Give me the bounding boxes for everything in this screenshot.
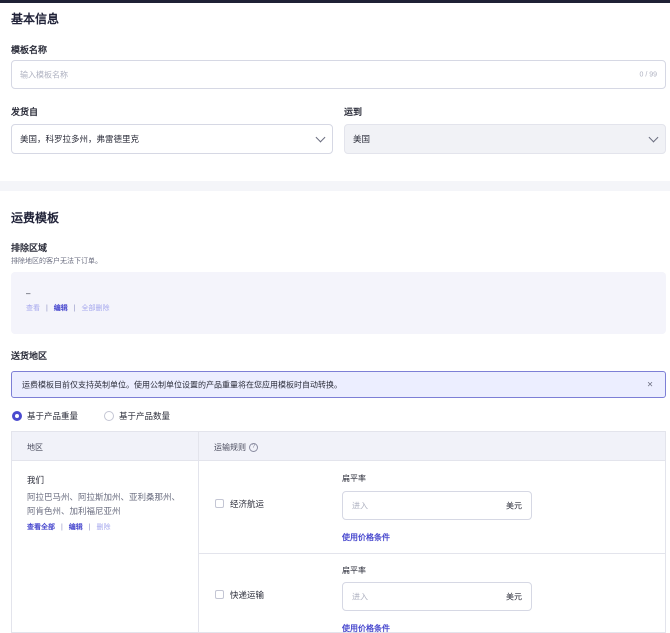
radio-by-quantity-label[interactable]: 基于产品数量 bbox=[119, 410, 170, 422]
radio-by-quantity[interactable] bbox=[104, 411, 114, 421]
template-name-input[interactable]: 输入模板名称 0 / 99 bbox=[11, 60, 666, 89]
radio-by-weight[interactable] bbox=[12, 411, 22, 421]
link-separator: | bbox=[60, 524, 63, 531]
link-separator: | bbox=[88, 524, 91, 531]
region-states: 阿拉巴马州、阿拉斯加州、亚利桑那州、阿肯色州、加利福尼亚州 bbox=[27, 492, 181, 516]
basic-info-title: 基本信息 bbox=[11, 12, 60, 26]
delivery-regions-label: 送货地区 bbox=[11, 351, 48, 361]
rate-placeholder: 进入 bbox=[352, 501, 368, 510]
ship-to-label: 运到 bbox=[344, 107, 363, 117]
flat-rate-label: 扁平率 bbox=[342, 566, 366, 575]
economy-rate-input[interactable]: 进入 美元 bbox=[342, 491, 532, 520]
link-separator: | bbox=[45, 305, 48, 312]
excluded-regions-hint: 排除地区的客户无法下订单。 bbox=[11, 258, 102, 265]
region-name: 我们 bbox=[27, 475, 45, 485]
row-divider bbox=[199, 553, 665, 554]
chevron-down-icon bbox=[648, 132, 659, 143]
column-region: 地区 bbox=[27, 443, 43, 452]
view-link[interactable]: 查看 bbox=[26, 305, 40, 312]
template-name-placeholder: 输入模板名称 bbox=[20, 70, 68, 79]
express-shipping-label[interactable]: 快递运输 bbox=[230, 589, 264, 601]
currency-unit: 美元 bbox=[506, 592, 522, 601]
table-header: 地区 运输规则? bbox=[12, 432, 665, 461]
help-icon[interactable]: ? bbox=[249, 443, 258, 453]
banner-text: 运费模板目前仅支持英制单位。使用公制单位设置的产品重量将在您应用模板时自动转换。 bbox=[22, 380, 342, 389]
remove-all-link[interactable]: 全部删除 bbox=[81, 305, 109, 312]
chevron-down-icon bbox=[315, 132, 326, 143]
imperial-units-banner: 运费模板目前仅支持英制单位。使用公制单位设置的产品重量将在您应用模板时自动转换。… bbox=[11, 371, 666, 398]
rate-placeholder: 进入 bbox=[352, 592, 368, 601]
column-shipping-rules-label: 运输规则 bbox=[214, 443, 246, 452]
link-separator: | bbox=[73, 305, 76, 312]
excluded-regions-box: – 查看 | 编辑 | 全部删除 bbox=[11, 272, 666, 334]
currency-unit: 美元 bbox=[506, 501, 522, 510]
shipping-template-title: 运费模板 bbox=[11, 211, 60, 225]
edit-link[interactable]: 编辑 bbox=[54, 305, 68, 312]
column-shipping-rules: 运输规则? bbox=[214, 442, 258, 453]
ship-from-label: 发货自 bbox=[11, 107, 39, 117]
express-price-condition-link[interactable]: 使用价格条件 bbox=[342, 623, 390, 633]
template-name-label: 模板名称 bbox=[11, 45, 48, 55]
ship-to-value: 美国 bbox=[353, 134, 371, 144]
basic-info-card: 基本信息 模板名称 输入模板名称 0 / 99 发货自 美国，科罗拉多州，弗雷德… bbox=[0, 3, 670, 181]
economy-price-condition-link[interactable]: 使用价格条件 bbox=[342, 532, 390, 543]
economy-shipping-checkbox[interactable] bbox=[215, 499, 224, 508]
express-rate-input[interactable]: 进入 美元 bbox=[342, 582, 532, 611]
excluded-regions-value: – bbox=[26, 289, 31, 298]
economy-shipping-label[interactable]: 经济航运 bbox=[230, 498, 264, 510]
close-icon[interactable]: × bbox=[647, 379, 653, 390]
radio-by-weight-label[interactable]: 基于产品重量 bbox=[27, 410, 78, 422]
shipping-rules-table: 地区 运输规则? 我们 阿拉巴马州、阿拉斯加州、亚利桑那州、阿肯色州、加利福尼亚… bbox=[11, 431, 666, 633]
edit-link[interactable]: 编辑 bbox=[69, 524, 83, 531]
delete-link[interactable]: 删除 bbox=[96, 524, 110, 531]
ship-from-value: 美国，科罗拉多州，弗雷德里克 bbox=[20, 134, 140, 144]
view-all-link[interactable]: 查看全部 bbox=[27, 524, 55, 531]
template-name-char-count: 0 / 99 bbox=[639, 71, 657, 78]
column-divider bbox=[198, 432, 199, 632]
ship-from-select[interactable]: 美国，科罗拉多州，弗雷德里克 bbox=[11, 124, 333, 154]
flat-rate-label: 扁平率 bbox=[342, 474, 366, 483]
excluded-regions-label: 排除区域 bbox=[11, 243, 48, 253]
ship-to-select[interactable]: 美国 bbox=[344, 124, 666, 154]
express-shipping-checkbox[interactable] bbox=[215, 590, 224, 599]
